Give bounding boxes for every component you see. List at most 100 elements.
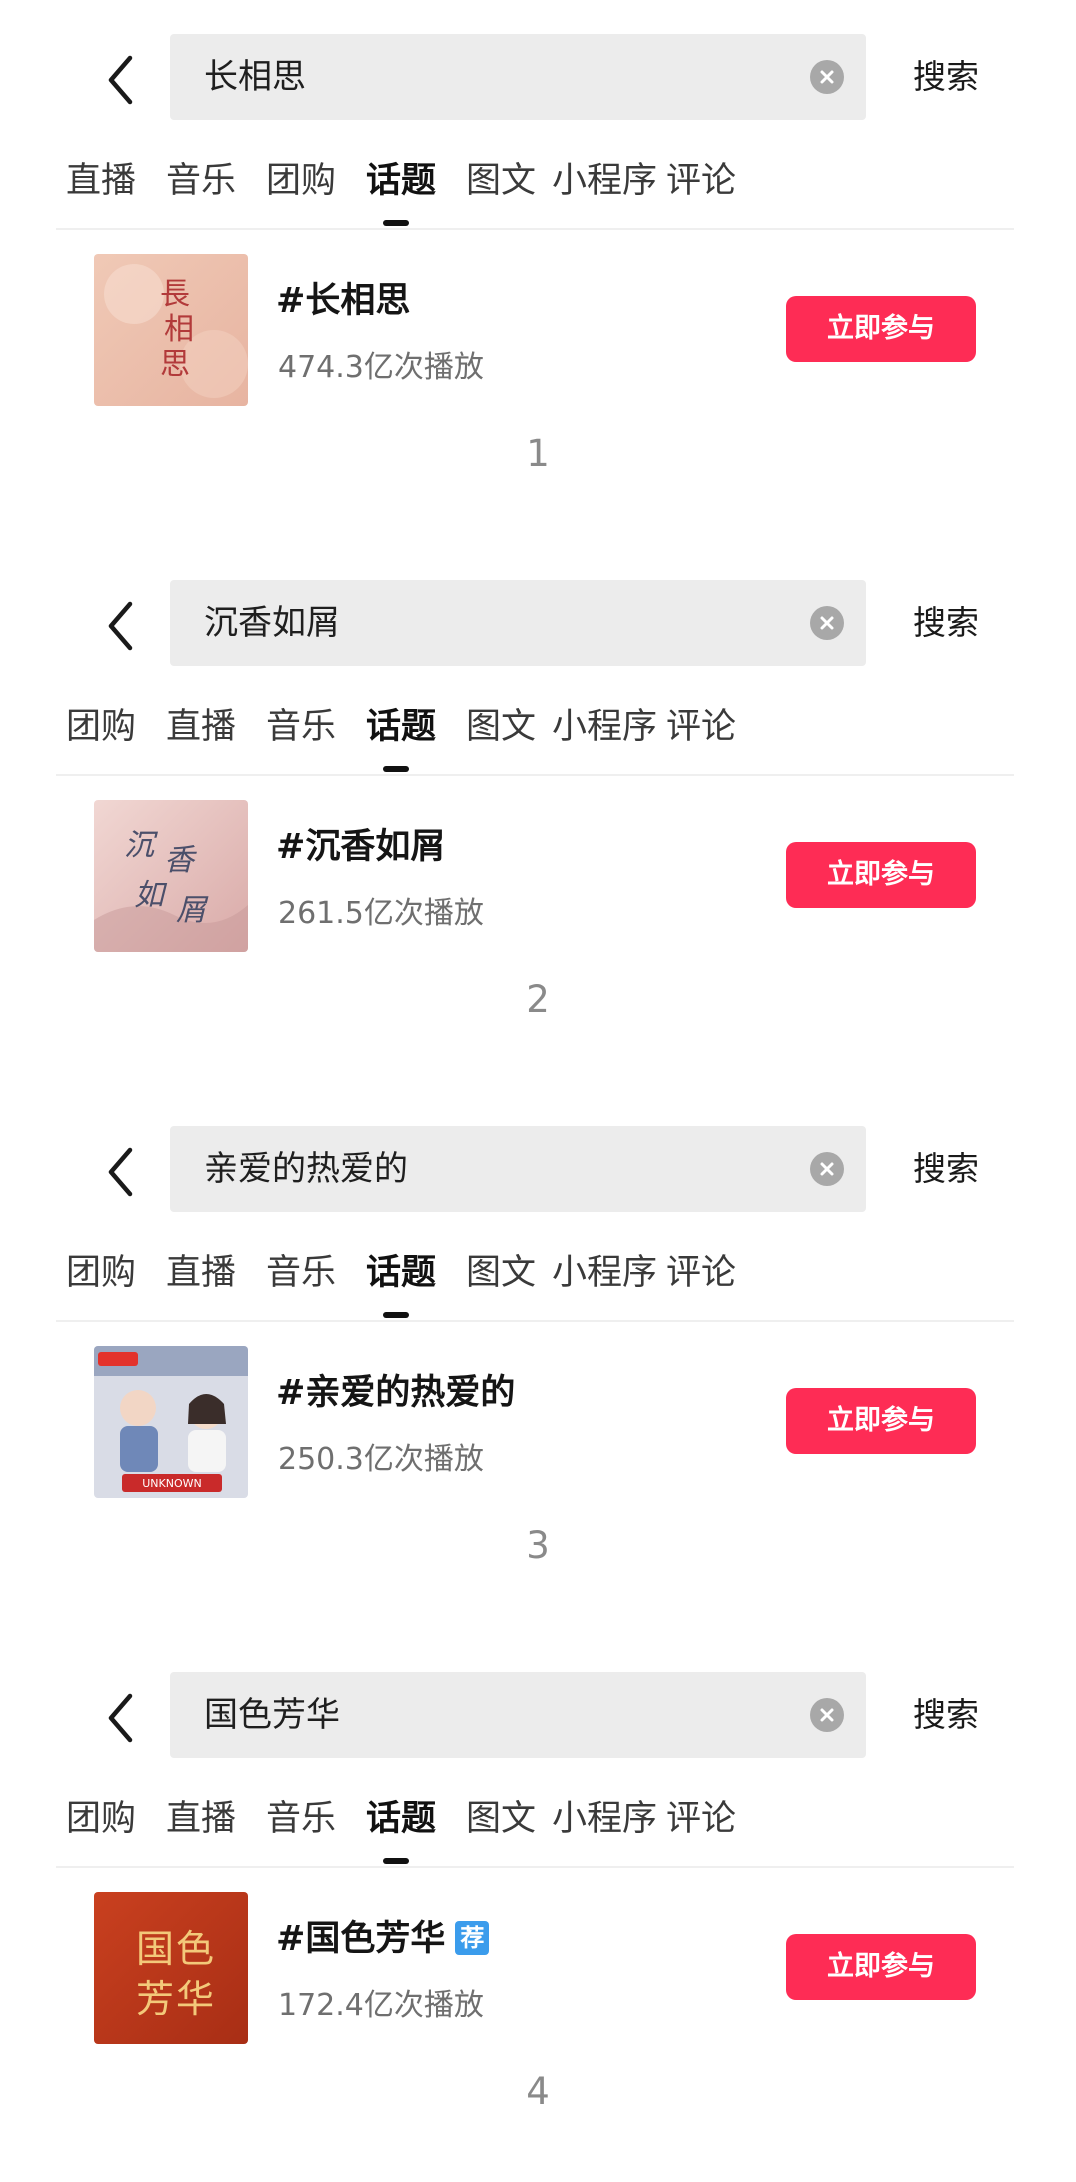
tab-item[interactable]: 直播: [166, 1788, 236, 1850]
topic-title[interactable]: #亲爱的热爱的: [276, 1364, 515, 1415]
tab-label: 评论: [666, 707, 737, 747]
clear-search-button[interactable]: [810, 606, 844, 640]
back-button[interactable]: [98, 1690, 142, 1746]
back-arrow-icon: [108, 55, 133, 105]
tab-item[interactable]: 直播: [166, 696, 236, 758]
topic-result-item[interactable]: 長相思 #长相思 474.3亿次播放 立即参与: [0, 250, 1076, 410]
search-input[interactable]: 长相思: [170, 34, 866, 120]
tab-item[interactable]: 小程序: [552, 696, 657, 758]
topic-title-text: #国色芳华: [276, 1919, 446, 1959]
tab-topic-active[interactable]: 话题: [366, 1242, 436, 1318]
search-input[interactable]: 亲爱的热爱的: [170, 1126, 866, 1212]
join-now-button[interactable]: 立即参与: [786, 1934, 976, 2000]
tab-label: 图文: [466, 1253, 537, 1293]
svg-text:如: 如: [134, 878, 168, 913]
search-result-panel: 国色芳华 搜索 团购 直播 音乐 话题 图文 小程序 评论国色芳华 #国色芳华荐 172.4亿次播放…: [0, 1638, 1076, 2182]
category-tabs: 直播 音乐 团购 话题 图文 小程序 评论: [66, 150, 1010, 228]
tab-item[interactable]: 评论: [666, 150, 736, 212]
category-tabs: 团购 直播 音乐 话题 图文 小程序 评论: [66, 1788, 1010, 1866]
tab-item[interactable]: 音乐: [266, 1788, 336, 1850]
tab-item[interactable]: 团购: [66, 1788, 136, 1850]
panel-index-number: 4: [526, 2070, 550, 2113]
topic-title[interactable]: #沉香如屑: [276, 818, 445, 869]
tab-label: 团购: [66, 707, 137, 747]
search-button[interactable]: 搜索: [896, 1672, 996, 1758]
search-result-panel: 亲爱的热爱的 搜索 团购 直播 音乐 话题 图文 小程序 评论 UNKNOWN #亲爱的热爱的 250…: [0, 1092, 1076, 1636]
clear-search-button[interactable]: [810, 60, 844, 94]
search-query-text: 长相思: [204, 57, 306, 97]
clear-search-button[interactable]: [810, 1152, 844, 1186]
tab-label: 话题: [366, 707, 437, 747]
topic-thumbnail[interactable]: 国色芳华: [94, 1892, 248, 2044]
join-now-button[interactable]: 立即参与: [786, 296, 976, 362]
back-button[interactable]: [98, 598, 142, 654]
tab-item[interactable]: 图文: [466, 1242, 536, 1304]
tab-label: 话题: [366, 161, 437, 201]
clear-search-button[interactable]: [810, 1698, 844, 1732]
topic-thumbnail[interactable]: 沉香如屑: [94, 800, 248, 952]
tab-topic-active[interactable]: 话题: [366, 150, 436, 226]
join-now-button[interactable]: 立即参与: [786, 842, 976, 908]
tab-item[interactable]: 评论: [666, 1242, 736, 1304]
tab-label: 团购: [266, 161, 337, 201]
search-input[interactable]: 沉香如屑: [170, 580, 866, 666]
topic-play-count: 474.3亿次播放: [278, 350, 484, 385]
topic-title-text: #长相思: [276, 281, 411, 321]
tab-label: 团购: [66, 1253, 137, 1293]
search-bar-row: 亲爱的热爱的 搜索: [0, 1092, 1076, 1252]
tab-item[interactable]: 团购: [66, 696, 136, 758]
topic-result-item[interactable]: 国色芳华 #国色芳华荐 172.4亿次播放 立即参与: [0, 1888, 1076, 2048]
tab-topic-active[interactable]: 话题: [366, 1788, 436, 1864]
search-input[interactable]: 国色芳华: [170, 1672, 866, 1758]
svg-text:国: 国: [136, 1927, 174, 1971]
tab-item[interactable]: 音乐: [266, 696, 336, 758]
back-arrow-icon: [108, 1693, 133, 1743]
topic-thumbnail[interactable]: 長相思: [94, 254, 248, 406]
tab-label: 评论: [666, 161, 737, 201]
tab-item[interactable]: 团购: [266, 150, 336, 212]
back-button[interactable]: [98, 1144, 142, 1200]
tab-item[interactable]: 图文: [466, 1788, 536, 1850]
search-button[interactable]: 搜索: [896, 1126, 996, 1212]
tab-topic-active[interactable]: 话题: [366, 696, 436, 772]
tab-item[interactable]: 小程序: [552, 150, 657, 212]
svg-text:屑: 屑: [176, 893, 209, 928]
tab-item[interactable]: 直播: [166, 1242, 236, 1304]
thumb-art-changxiangsi: 長相思: [94, 254, 248, 406]
tab-item[interactable]: 图文: [466, 696, 536, 758]
topic-thumbnail[interactable]: UNKNOWN: [94, 1346, 248, 1498]
tab-item[interactable]: 音乐: [266, 1242, 336, 1304]
search-button[interactable]: 搜索: [896, 580, 996, 666]
tab-item[interactable]: 小程序: [552, 1788, 657, 1850]
topic-title[interactable]: #国色芳华荐: [276, 1910, 490, 1961]
svg-text:芳: 芳: [136, 1977, 174, 2021]
panel-index-number: 2: [526, 978, 550, 1021]
tab-label: 直播: [166, 1253, 237, 1293]
tab-item[interactable]: 直播: [66, 150, 136, 212]
back-button[interactable]: [98, 52, 142, 108]
topic-result-item[interactable]: UNKNOWN #亲爱的热爱的 250.3亿次播放 立即参与: [0, 1342, 1076, 1502]
category-tabs: 团购 直播 音乐 话题 图文 小程序 评论: [66, 696, 1010, 774]
back-arrow-icon: [108, 601, 133, 651]
join-now-button[interactable]: 立即参与: [786, 1388, 976, 1454]
tab-item[interactable]: 音乐: [166, 150, 236, 212]
tab-item[interactable]: 评论: [666, 1788, 736, 1850]
tab-label: 小程序: [552, 1253, 658, 1293]
tab-label: 音乐: [266, 1799, 337, 1839]
tab-item[interactable]: 图文: [466, 150, 536, 212]
tab-item[interactable]: 评论: [666, 696, 736, 758]
search-button[interactable]: 搜索: [896, 34, 996, 120]
tab-label: 直播: [166, 1799, 237, 1839]
topic-title[interactable]: #长相思: [276, 272, 410, 323]
tabs-divider: [56, 1866, 1014, 1868]
topic-result-item[interactable]: 沉香如屑 #沉香如屑 261.5亿次播放 立即参与: [0, 796, 1076, 956]
tab-item[interactable]: 小程序: [552, 1242, 657, 1304]
svg-text:色: 色: [176, 1927, 214, 1971]
tab-item[interactable]: 团购: [66, 1242, 136, 1304]
topic-play-count: 250.3亿次播放: [278, 1442, 484, 1477]
panel-index-number: 3: [526, 1524, 550, 1567]
thumb-art-guosefanghua: 国色芳华: [94, 1892, 248, 2044]
active-tab-indicator: [383, 220, 409, 226]
tabs-divider: [56, 1320, 1014, 1322]
tab-label: 团购: [66, 1799, 137, 1839]
